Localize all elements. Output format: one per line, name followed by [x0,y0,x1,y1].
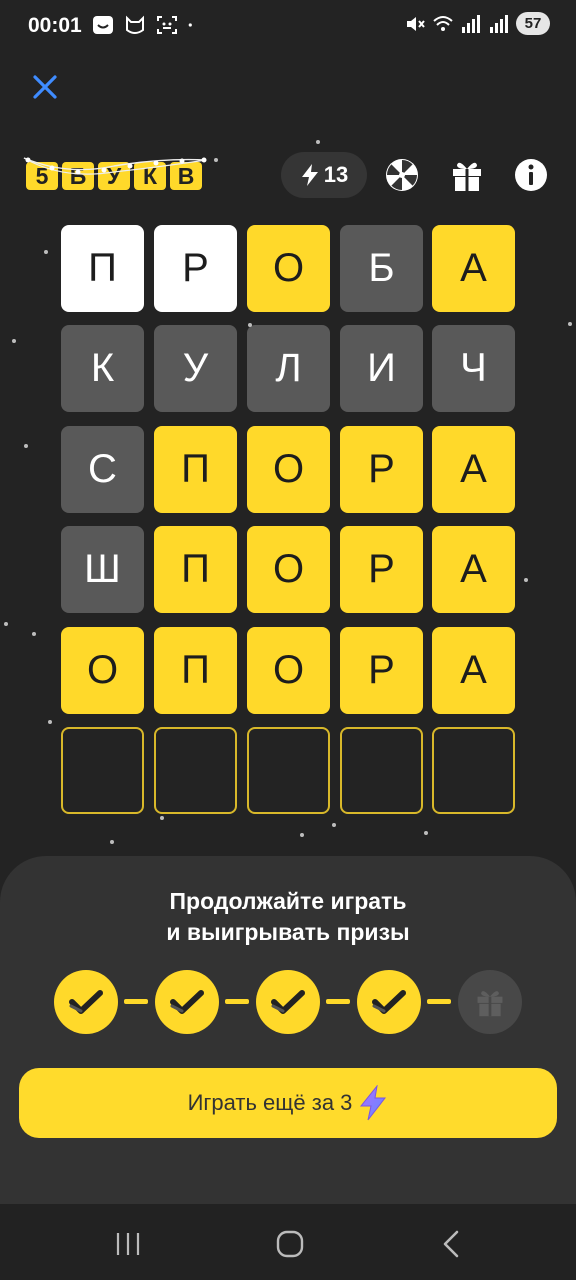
status-time: 00:01 [28,14,82,37]
play-again-button[interactable]: Играть ещё за 3 [19,1068,557,1138]
letter-tile: Л [247,325,330,412]
snow-dot [110,840,114,844]
smile-app-icon [93,16,113,34]
energy-count: 13 [323,162,349,187]
signal-icon [490,14,508,33]
snow-dot [214,158,218,162]
close-icon[interactable] [28,70,62,104]
info-icon[interactable] [513,157,549,193]
snow-dot [332,823,336,827]
back-icon[interactable] [432,1224,472,1264]
snow-dot [316,140,320,144]
letter-tile: А [432,526,515,613]
snow-dot [160,816,164,820]
letter-tile: С [61,426,144,513]
snow-dot [44,250,48,254]
letter-tile: П [154,426,237,513]
progress-step-done [256,970,320,1034]
progress-step-done [357,970,421,1034]
letter-tile: П [154,526,237,613]
wheel-icon[interactable] [384,157,420,193]
letter-tile: Р [340,627,423,714]
cat-app-icon [126,15,144,34]
snow-dot [300,833,304,837]
snow-dot [12,339,16,343]
battery-indicator: 57 [516,12,550,35]
status-icons-right: 57 [404,12,550,35]
snow-dot [248,323,252,327]
energy-counter[interactable]: 13 [281,152,367,198]
letter-tile: Р [340,426,423,513]
snow-dot [32,632,36,636]
mute-icon [407,16,425,31]
recent-apps-icon[interactable] [108,1224,148,1264]
letter-tile: О [247,627,330,714]
letter-tile: О [61,627,144,714]
letter-tile: О [247,225,330,312]
checkmark-icon [372,990,406,1014]
progress-step-done [155,970,219,1034]
signal-icon [462,14,480,33]
progress-step-gift [458,970,522,1034]
lightning-icon [360,1085,387,1121]
system-navigation-bar [0,1204,576,1280]
letter-tile: И [340,325,423,412]
sheet-title-line2: и выигрывать призы [166,919,410,945]
snow-dot [24,444,28,448]
letter-tile: Ш [61,526,144,613]
play-again-label: Играть ещё за 3 [187,1090,353,1115]
empty-letter-tile [61,727,144,814]
snow-dot [524,578,528,582]
letter-tile: П [154,627,237,714]
empty-letter-tile [432,727,515,814]
letter-tile: А [432,225,515,312]
gift-icon [477,991,503,1017]
empty-letter-tile [247,727,330,814]
progress-connector [225,999,249,1004]
sheet-title-line1: Продолжайте играть [169,888,407,914]
dot-icon [188,23,192,27]
letter-tile: Р [340,526,423,613]
letter-tile: Р [154,225,237,312]
home-icon[interactable] [270,1224,310,1264]
progress-connector [427,999,451,1004]
status-icons-left [92,14,198,36]
snow-dot [424,831,428,835]
snow-dot [48,720,52,724]
letter-tile: К [61,325,144,412]
lightning-icon [301,164,318,186]
empty-letter-tile [340,727,423,814]
wifi-icon [433,15,453,31]
letter-tile: О [247,426,330,513]
letter-tile: А [432,627,515,714]
empty-letter-tile [154,727,237,814]
snow-dot [4,622,8,626]
letter-tile: А [432,426,515,513]
sheet-title: Продолжайте играть и выигрывать призы [0,886,576,948]
progress-step-done [54,970,118,1034]
garland-icon [23,157,207,175]
letter-tile: Ч [432,325,515,412]
progress-connector [326,999,350,1004]
letter-tile: У [154,325,237,412]
face-scan-icon [157,16,177,34]
letter-tile: П [61,225,144,312]
letter-tile: О [247,526,330,613]
status-bar: 00:01 57 [0,0,576,54]
gift-icon[interactable] [449,157,485,193]
checkmark-icon [69,990,103,1014]
checkmark-icon [271,990,305,1014]
prize-progress [54,970,524,1036]
progress-connector [124,999,148,1004]
letter-tile: Б [340,225,423,312]
game-logo: 5 Б У К В [22,150,208,196]
checkmark-icon [170,990,204,1014]
snow-dot [568,322,572,326]
